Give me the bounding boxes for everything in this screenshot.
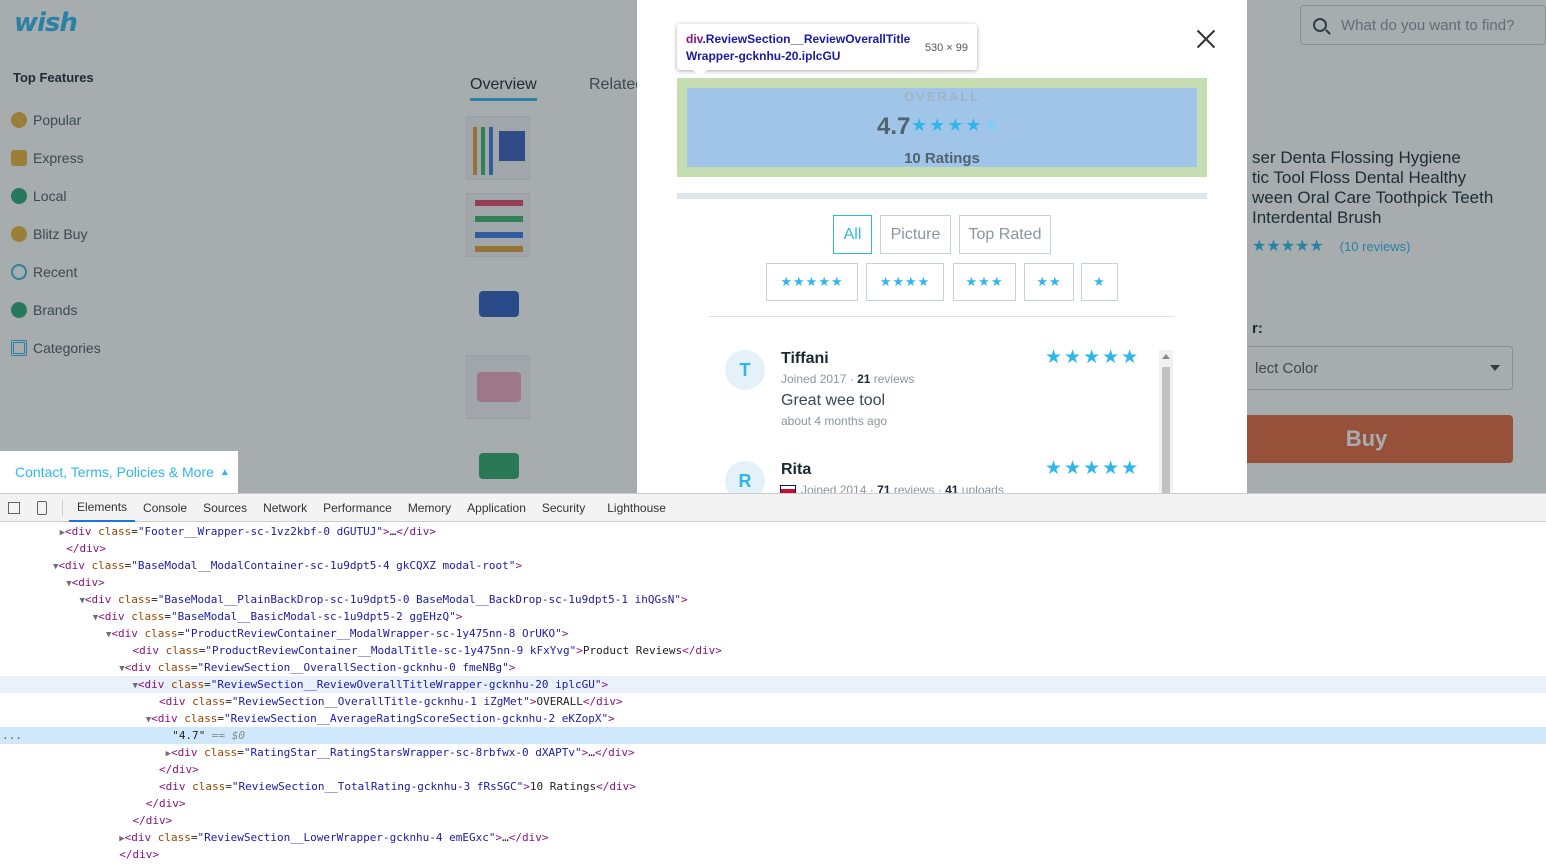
filter-3-star-button[interactable]: ★★★ [953, 263, 1016, 301]
rating-divider-bar [677, 193, 1207, 199]
flag-icon [781, 485, 795, 493]
dom-node[interactable]: ▶<div class="RatingStar__RatingStarsWrap… [0, 744, 1546, 761]
tab-lighthouse[interactable]: Lighthouse [599, 494, 674, 522]
dom-node-hovered[interactable]: ▼<div class="ReviewSection__ReviewOveral… [0, 676, 1546, 693]
tab-console[interactable]: Console [135, 494, 195, 522]
dom-node-selected[interactable]: ... "4.7" == $0 [0, 727, 1546, 744]
dom-node[interactable]: </div> [0, 812, 1546, 829]
reviewer-meta: Joined 2014 · 71 reviews · 41 uploads [781, 483, 1004, 493]
overall-title: OVERALL [903, 89, 981, 104]
review-time: about 4 months ago [781, 414, 888, 428]
inspect-element-icon[interactable] [0, 494, 28, 522]
dom-node[interactable]: ▼<div class="BaseModal__ModalContainer-s… [0, 557, 1546, 574]
chevron-up-icon: ▲ [219, 466, 230, 478]
footer-toggle[interactable]: Contact, Terms, Policies & More ▲ [0, 451, 238, 493]
reviews-scrollbar-thumb[interactable] [1162, 367, 1170, 493]
dom-node[interactable]: ▶<div class="ReviewSection__LowerWrapper… [0, 829, 1546, 846]
devtools-panel: Elements Console Sources Network Perform… [0, 493, 1546, 864]
average-rating-stars: ★★★★★ [911, 115, 1002, 135]
reviewer-name: Tiffani [781, 350, 829, 367]
elements-tree: ▶<div class="Footer__Wrapper-sc-1vz2kbf-… [0, 522, 1546, 864]
tooltip-size: 530 × 99 [924, 42, 968, 54]
dom-node[interactable]: ▼<div class="ProductReviewContainer__Mod… [0, 625, 1546, 642]
average-rating-score: 4.7 [877, 113, 911, 140]
filter-2-star-button[interactable]: ★★ [1024, 263, 1074, 301]
dom-node[interactable]: <div class="ReviewSection__OverallTitle-… [0, 693, 1546, 710]
dom-node[interactable]: ▼<div class="ReviewSection__OverallSecti… [0, 659, 1546, 676]
close-icon[interactable] [1197, 30, 1215, 48]
tab-memory[interactable]: Memory [400, 494, 459, 522]
total-ratings: 10 Ratings [904, 150, 980, 167]
filter-picture-button[interactable]: Picture [880, 215, 951, 254]
dom-node[interactable]: <div class="ProductReviewContainer__Moda… [0, 642, 1546, 659]
tab-security[interactable]: Security [534, 494, 593, 522]
review-stars: ★★★★★ [1045, 458, 1141, 479]
tab-network[interactable]: Network [255, 494, 315, 522]
devtools-toolbar: Elements Console Sources Network Perform… [0, 494, 1546, 522]
tab-performance[interactable]: Performance [315, 494, 400, 522]
dom-node[interactable]: ▼<div class="BaseModal__PlainBackDrop-sc… [0, 591, 1546, 608]
toolbar-separator [62, 499, 63, 516]
review-stars: ★★★★★ [1045, 347, 1141, 368]
dom-node[interactable]: </div> [0, 540, 1546, 557]
scroll-up-arrow-icon[interactable] [1162, 354, 1170, 359]
avatar: T [725, 350, 765, 390]
filter-top-rated-button[interactable]: Top Rated [959, 215, 1051, 254]
review-text: Great wee tool [781, 392, 886, 409]
tab-sources[interactable]: Sources [195, 494, 255, 522]
tooltip-selector: div.ReviewSection__ReviewOverallTitleWra… [686, 32, 911, 63]
dom-node[interactable]: </div> [0, 846, 1546, 863]
browser-viewport: wish What do you want to find? Top Featu… [0, 0, 1546, 493]
reviews-modal: OVERALL 4.7 ★★★★★ 10 Ratings All Picture… [637, 0, 1247, 493]
reviewer-meta: Joined 2017 · 21 reviews [781, 372, 915, 386]
filter-1-star-button[interactable]: ★ [1081, 263, 1118, 301]
dom-node[interactable]: </div> [0, 761, 1546, 778]
reviewer-name: Rita [781, 461, 812, 478]
dom-node[interactable]: ▼<div class="BaseModal__BasicModal-sc-1u… [0, 608, 1546, 625]
screen: wish What do you want to find? Top Featu… [0, 0, 1546, 864]
filter-5-star-button[interactable]: ★★★★★ [766, 263, 858, 301]
dom-node[interactable]: <div class="ReviewSection__TotalRating-g… [0, 778, 1546, 795]
filter-4-star-button[interactable]: ★★★★ [866, 263, 944, 301]
dom-node[interactable]: ▶<div class="Footer__Wrapper-sc-1vz2kbf-… [0, 523, 1546, 540]
tab-elements[interactable]: Elements [69, 494, 136, 522]
dom-node[interactable]: ▼<div> [0, 574, 1546, 591]
tab-application[interactable]: Application [459, 494, 534, 522]
inspect-tooltip: div.ReviewSection__ReviewOverallTitleWra… [677, 24, 977, 77]
dom-node[interactable]: </div> [0, 795, 1546, 812]
device-toolbar-icon[interactable] [28, 494, 56, 522]
filter-all-button[interactable]: All [833, 215, 872, 254]
avatar: R [725, 461, 765, 493]
dom-node[interactable]: ▼<div class="ReviewSection__AverageRatin… [0, 710, 1546, 727]
reviews-divider [709, 316, 1175, 317]
